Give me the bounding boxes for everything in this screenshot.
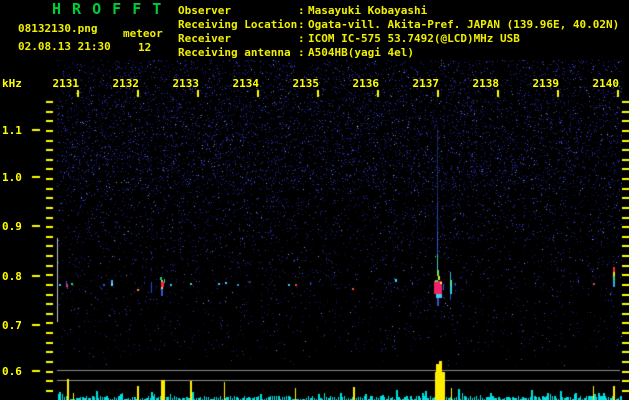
time-axis-label: 2139 bbox=[532, 77, 560, 90]
time-axis-label: 2140 bbox=[592, 77, 620, 90]
info-colon: : bbox=[298, 46, 305, 59]
time-axis-label: 2138 bbox=[472, 77, 500, 90]
app-title: H R O F F T bbox=[52, 0, 163, 18]
hrofft-screenshot: H R O F F T 08132130.png meteor 02.08.13… bbox=[0, 0, 629, 400]
info-value: A504HB(yagi 4el) bbox=[308, 46, 414, 59]
spectrogram-canvas bbox=[0, 0, 629, 400]
time-axis-label: 2134 bbox=[232, 77, 260, 90]
freq-axis-label: 0.8 bbox=[2, 270, 22, 283]
time-axis-label: 2133 bbox=[172, 77, 200, 90]
info-label: Receiving antenna bbox=[178, 46, 291, 59]
freq-axis-label: 1.1 bbox=[2, 124, 22, 137]
time-axis-label: 2135 bbox=[292, 77, 320, 90]
info-colon: : bbox=[298, 4, 305, 17]
freq-axis-label: 0.7 bbox=[2, 319, 22, 332]
info-row: Receiver: ICOM IC-575 53.7492(@LCD)MHz US… bbox=[178, 32, 619, 46]
info-value: ICOM IC-575 53.7492(@LCD)MHz USB bbox=[308, 32, 520, 45]
info-colon: : bbox=[298, 18, 305, 31]
output-filename: 08132130.png bbox=[18, 22, 98, 35]
freq-axis-label: 0.6 bbox=[2, 365, 22, 378]
info-label: Observer bbox=[178, 4, 231, 17]
time-axis-label: 2136 bbox=[352, 77, 380, 90]
info-value: Ogata-vill. Akita-Pref. JAPAN (139.96E, … bbox=[308, 18, 620, 31]
info-label: Receiver bbox=[178, 32, 231, 45]
mode-label: meteor bbox=[123, 27, 163, 40]
info-label: Receiving Location bbox=[178, 18, 298, 31]
time-axis-label: 2137 bbox=[412, 77, 440, 90]
date-time: 02.08.13 21:30 bbox=[18, 40, 111, 53]
info-row: Observer: Masayuki Kobayashi bbox=[178, 4, 619, 18]
info-row: Receiving Location: Ogata-vill. Akita-Pre… bbox=[178, 18, 619, 32]
time-axis-label: 2131 bbox=[52, 77, 80, 90]
freq-axis-label: 1.0 bbox=[2, 171, 22, 184]
info-value: Masayuki Kobayashi bbox=[308, 4, 428, 17]
time-axis-label: 2132 bbox=[112, 77, 140, 90]
info-row: Receiving antenna: A504HB(yagi 4el) bbox=[178, 46, 619, 60]
freq-axis-label: 0.9 bbox=[2, 220, 22, 233]
info-colon: : bbox=[298, 32, 305, 45]
station-info-block: Observer: Masayuki Kobayashi Receiving Loc… bbox=[178, 4, 619, 60]
meteor-count: 12 bbox=[138, 41, 152, 54]
frequency-axis-unit: kHz bbox=[2, 77, 22, 90]
